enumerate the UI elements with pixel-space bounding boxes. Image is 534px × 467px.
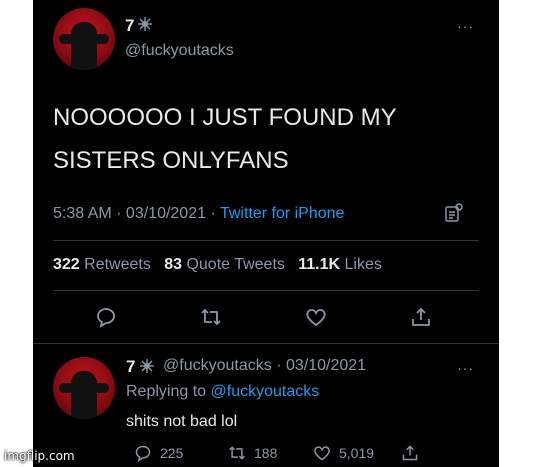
tweet-text: NOOOOOO I JUST FOUND MY SISTERS ONLYFANS — [53, 96, 473, 182]
tweet-meta: 5:38 AM · 03/10/2021 · Twitter for iPhon… — [53, 205, 344, 223]
reply-handle[interactable]: @fuckyoutacks · 03/10/2021 — [163, 357, 366, 375]
replying-to-label: Replying to — [126, 383, 211, 400]
reply-handle-text[interactable]: @fuckyoutacks — [163, 357, 272, 374]
replying-to: Replying to @fuckyoutacks — [126, 383, 319, 401]
retweets-label: Retweets — [84, 256, 151, 273]
engagement-stats: 322 Retweets 83 Quote Tweets 11.1K Likes — [53, 256, 382, 274]
share-action[interactable] — [401, 444, 427, 462]
user-handle[interactable]: @fuckyoutacks — [125, 42, 234, 60]
divider — [33, 343, 499, 344]
analytics-icon[interactable] — [445, 203, 463, 223]
quotes-label: Quote Tweets — [186, 256, 285, 273]
avatar[interactable] — [53, 8, 115, 70]
likes-label: Likes — [344, 256, 382, 273]
divider — [53, 240, 479, 241]
reply-count: 225 — [160, 445, 184, 461]
tweet-text-line: SISTERS ONLYFANS — [53, 147, 289, 174]
reply-text: shits not bad lol — [126, 413, 238, 430]
avatar[interactable] — [53, 357, 115, 419]
reply-display-name[interactable]: 7 — [126, 357, 135, 377]
retweet-action[interactable]: 188 — [228, 444, 277, 462]
quotes-count: 83 — [164, 256, 182, 273]
separator: · — [206, 205, 220, 222]
quote-tweets-stat[interactable]: 83 Quote Tweets — [164, 256, 285, 273]
replying-to-handle[interactable]: @fuckyoutacks — [211, 383, 320, 400]
share-icon[interactable] — [410, 306, 432, 328]
tweet-date[interactable]: 03/10/2021 — [126, 205, 206, 222]
divider — [53, 290, 479, 291]
like-count: 5,019 — [339, 445, 375, 461]
reply-icon[interactable] — [95, 306, 117, 328]
like-heart-icon — [314, 446, 330, 461]
like-heart-icon[interactable] — [305, 306, 327, 328]
reply-icon — [135, 445, 151, 462]
imgflip-watermark: imgflip.com — [4, 449, 75, 463]
flower-badge-icon — [140, 359, 154, 373]
retweet-icon — [229, 446, 245, 460]
retweet-count: 188 — [254, 445, 278, 461]
flower-badge-icon — [138, 17, 152, 31]
retweets-count: 322 — [53, 256, 80, 273]
share-icon — [402, 445, 418, 461]
likes-stat[interactable]: 11.1K Likes — [298, 256, 382, 273]
likes-count: 11.1K — [298, 256, 341, 273]
tweet-screenshot: 7 @fuckyoutacks ··· NOOOOOO I JUST FOUND… — [33, 0, 499, 467]
retweets-stat[interactable]: 322 Retweets — [53, 256, 151, 273]
tweet-source-link[interactable]: Twitter for iPhone — [220, 205, 345, 222]
tweet-text-line: NOOOOOO I JUST FOUND MY — [53, 104, 397, 131]
reply-action[interactable]: 225 — [134, 444, 183, 462]
display-name[interactable]: 7 — [125, 16, 134, 36]
retweet-icon[interactable] — [200, 306, 222, 328]
more-options-icon[interactable]: ··· — [457, 360, 474, 376]
more-options-icon[interactable]: ··· — [457, 18, 474, 34]
tweet-time[interactable]: 5:38 AM — [53, 205, 112, 222]
reply-date[interactable]: · 03/10/2021 — [276, 357, 366, 374]
separator: · — [111, 205, 126, 222]
like-action[interactable]: 5,019 — [313, 444, 374, 462]
